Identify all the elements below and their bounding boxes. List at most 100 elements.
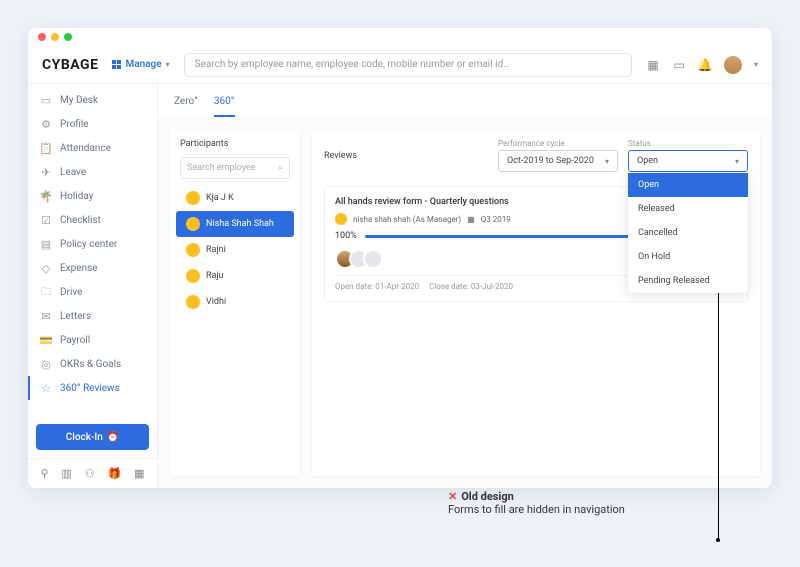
person-icon[interactable]: ⚲ bbox=[40, 467, 48, 480]
participant-item[interactable]: Raju bbox=[180, 263, 290, 289]
sidebar-item-payroll[interactable]: 💳Payroll bbox=[28, 328, 157, 352]
sidebar: ▭My Desk⚙Profile 📋 Attendance ✈Leave🌴Holida… bbox=[28, 84, 158, 488]
participant-search-placeholder: Search employee bbox=[187, 163, 256, 173]
status-option[interactable]: Pending Released bbox=[628, 269, 748, 293]
nav-icon: ▭ bbox=[40, 94, 52, 106]
search-placeholder: Search by employee name, employee code, … bbox=[195, 59, 509, 70]
gift-icon[interactable]: 🎁 bbox=[108, 467, 122, 480]
nav-label: Expense bbox=[60, 263, 98, 274]
nav-label: Payroll bbox=[60, 335, 90, 346]
nav-label: Drive bbox=[60, 287, 82, 298]
sidebar-item-profile[interactable]: ⚙Profile bbox=[28, 112, 157, 136]
inbox-icon[interactable]: ▭ bbox=[672, 58, 686, 72]
sidebar-item-drive[interactable]: 🗀Drive bbox=[28, 280, 157, 304]
user-avatar[interactable] bbox=[724, 56, 742, 74]
app-body: ▭My Desk⚙Profile 📋 Attendance ✈Leave🌴Holida… bbox=[28, 84, 772, 488]
reviewer-avatar-icon bbox=[335, 213, 347, 225]
cycle-label: Performance cycle bbox=[498, 139, 618, 148]
header-actions: ▦ ▭ 🔔 ▾ bbox=[646, 56, 758, 74]
window-titlebar bbox=[28, 28, 772, 46]
nav-icon: ◇ bbox=[40, 262, 52, 274]
bell-icon[interactable]: 🔔 bbox=[698, 58, 712, 72]
cycle-value: Oct-2019 to Sep-2020 bbox=[507, 156, 594, 166]
sidebar-item-attendance[interactable]: 📋 Attendance bbox=[28, 136, 157, 160]
nav-icon: ☆ bbox=[40, 382, 52, 394]
clock-icon: ⏰ bbox=[107, 432, 119, 443]
status-label: Status bbox=[628, 139, 748, 148]
sidebar-item-my-desk[interactable]: ▭My Desk bbox=[28, 88, 157, 112]
participant-name: Nisha Shah Shah bbox=[206, 219, 274, 229]
participant-item[interactable]: Rajni bbox=[180, 237, 290, 263]
brand-logo: CYBAGE bbox=[42, 57, 98, 73]
sidebar-item-leave[interactable]: ✈Leave bbox=[28, 160, 157, 184]
sidebar-item-policy-center[interactable]: ▤ Policy center bbox=[28, 232, 157, 256]
nav-icon: ☑ bbox=[40, 214, 52, 226]
cycle-select[interactable]: Oct-2019 to Sep-2020 ▾ bbox=[498, 150, 618, 172]
minimize-window-icon[interactable] bbox=[51, 33, 59, 41]
annotation-dot-icon bbox=[716, 538, 720, 542]
nav-icon: ⚙ bbox=[40, 118, 52, 130]
sidebar-item-letters[interactable]: ✉ Letters bbox=[28, 304, 157, 328]
tab-360[interactable]: 360° bbox=[214, 92, 235, 117]
avatar-icon bbox=[186, 269, 200, 283]
nav-list: ▭My Desk⚙Profile 📋 Attendance ✈Leave🌴Holida… bbox=[28, 84, 157, 416]
clock-in-button[interactable]: Clock-In ⏰ bbox=[36, 424, 149, 450]
nav-icon: ✉ bbox=[40, 310, 52, 322]
status-option[interactable]: Cancelled bbox=[628, 221, 748, 245]
avatar-icon bbox=[186, 191, 200, 205]
nav-label: Policy center bbox=[60, 239, 117, 250]
participant-name: Raju bbox=[206, 271, 224, 281]
participant-search-input[interactable]: Search employee ⌕ bbox=[180, 157, 290, 179]
clock-in-label: Clock-In bbox=[66, 432, 103, 443]
participants-title: Participants bbox=[180, 139, 290, 149]
manage-menu[interactable]: Manage ▾ bbox=[112, 59, 169, 70]
sidebar-item-expense[interactable]: ◇ Expense bbox=[28, 256, 157, 280]
status-filter: Status Open ▾ bbox=[628, 139, 748, 172]
nav-icon: 🌴 bbox=[40, 190, 52, 202]
close-date: Close date: 03-Jul-2020 bbox=[429, 282, 513, 291]
status-option[interactable]: Released bbox=[628, 197, 748, 221]
participant-item[interactable]: Kja J K bbox=[180, 185, 290, 211]
nav-label: Letters bbox=[60, 311, 91, 322]
annotation-text: ✕Old design Forms to fill are hidden in … bbox=[448, 490, 625, 516]
calendar-small-icon[interactable]: ▦ bbox=[134, 467, 144, 480]
nav-label: OKRs & Goals bbox=[60, 359, 121, 370]
participant-item[interactable]: Vidhi bbox=[180, 289, 290, 315]
status-select[interactable]: Open ▾ bbox=[628, 150, 748, 172]
avatar-icon bbox=[186, 295, 200, 309]
main-area: Zero° 360° Participants Search employee ⌕… bbox=[158, 84, 772, 488]
close-window-icon[interactable] bbox=[38, 33, 46, 41]
nav-label: Leave bbox=[60, 167, 86, 178]
manage-label: Manage bbox=[125, 59, 161, 70]
sidebar-item-holiday[interactable]: 🌴Holiday bbox=[28, 184, 157, 208]
progress-pct: 100% bbox=[335, 231, 357, 241]
nav-icon: 📋 bbox=[40, 142, 52, 154]
chevron-down-icon: ▾ bbox=[735, 157, 739, 166]
tabs: Zero° 360° bbox=[158, 84, 772, 117]
calendar-icon[interactable]: ▦ bbox=[646, 58, 660, 72]
status-option[interactable]: On Hold bbox=[628, 245, 748, 269]
list-icon[interactable]: ▥ bbox=[61, 467, 71, 480]
org-icon[interactable]: ⚇ bbox=[85, 467, 95, 480]
chevron-down-icon[interactable]: ▾ bbox=[754, 60, 758, 69]
nav-label: Attendance bbox=[60, 143, 111, 154]
status-option[interactable]: Open bbox=[628, 173, 748, 197]
sidebar-item-360-reviews[interactable]: ☆ 360° Reviews bbox=[28, 376, 157, 400]
annotation-body: Forms to fill are hidden in navigation bbox=[448, 503, 625, 516]
tab-zero[interactable]: Zero° bbox=[174, 92, 198, 117]
grid-icon bbox=[112, 60, 121, 69]
cycle-filter: Performance cycle Oct-2019 to Sep-2020 ▾ bbox=[498, 139, 618, 172]
sidebar-item-okrs-goals[interactable]: ◎OKRs & Goals bbox=[28, 352, 157, 376]
global-search-input[interactable]: Search by employee name, employee code, … bbox=[184, 53, 632, 77]
participant-name: Vidhi bbox=[206, 297, 226, 307]
sidebar-item-checklist[interactable]: ☑Checklist bbox=[28, 208, 157, 232]
status-value: Open bbox=[637, 156, 658, 166]
app-window: CYBAGE Manage ▾ Search by employee name,… bbox=[28, 28, 772, 488]
avatar-placeholder-icon bbox=[363, 249, 383, 269]
nav-label: 360° Reviews bbox=[60, 383, 120, 394]
x-icon: ✕ bbox=[448, 490, 457, 503]
participant-item[interactable]: Nisha Shah Shah bbox=[176, 211, 294, 237]
maximize-window-icon[interactable] bbox=[64, 33, 72, 41]
participant-name: Rajni bbox=[206, 245, 226, 255]
nav-icon: ▤ bbox=[40, 238, 52, 250]
